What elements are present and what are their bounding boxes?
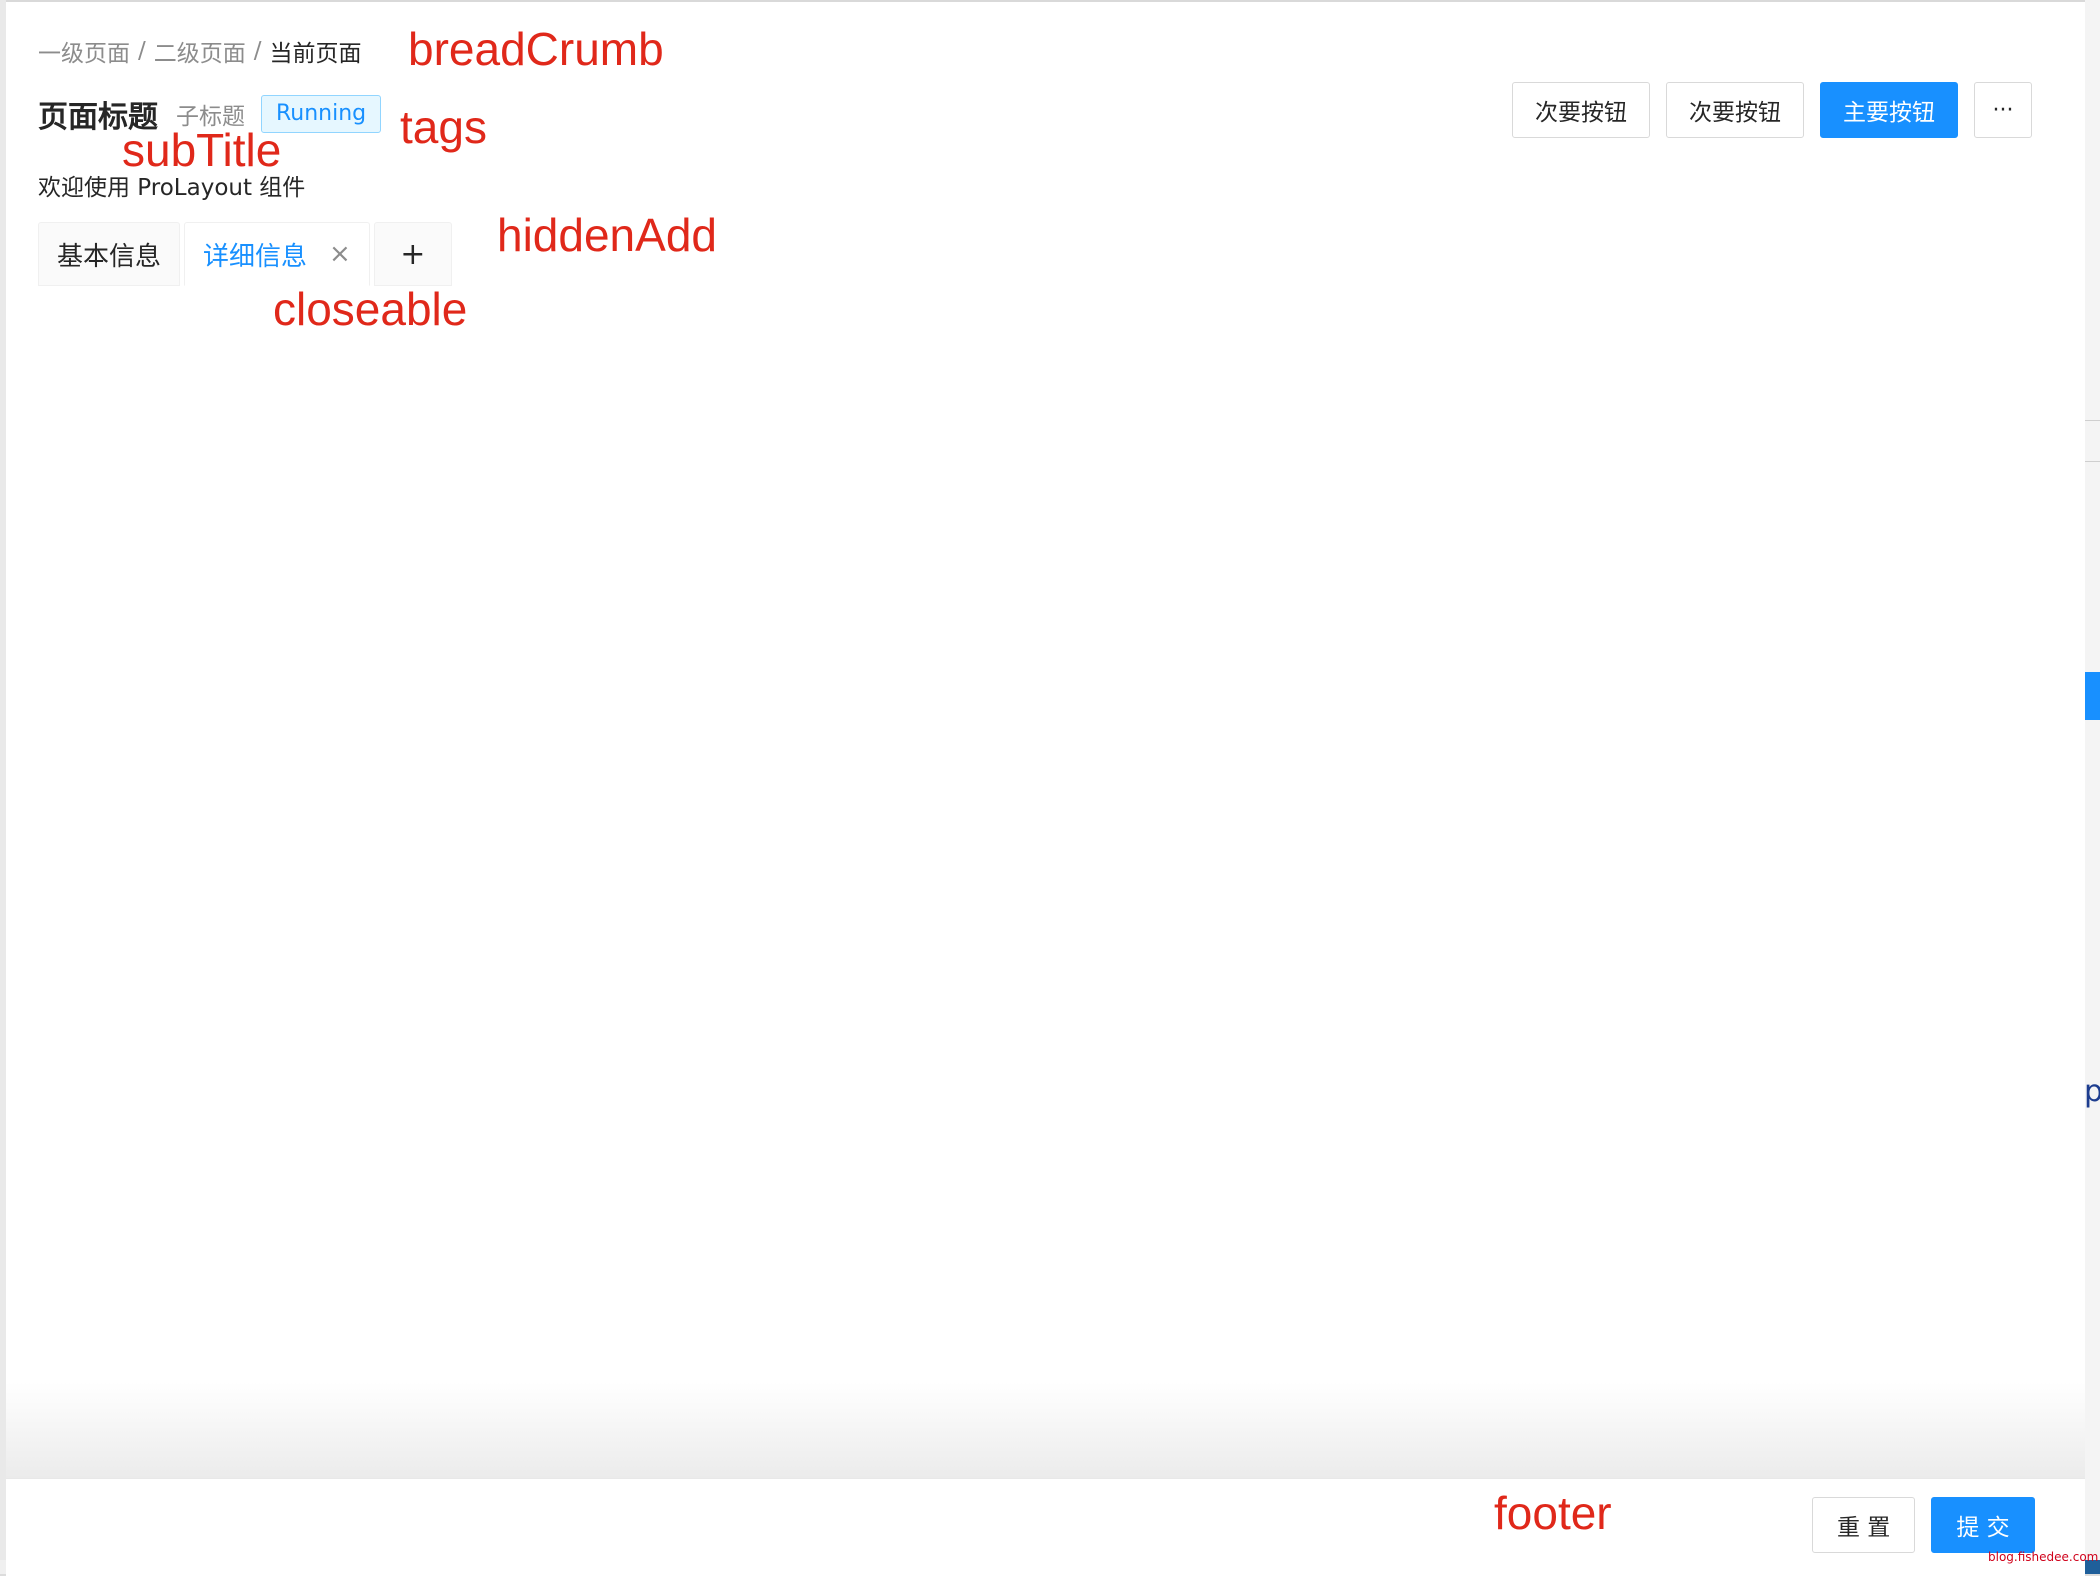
breadcrumb-separator: /: [138, 38, 146, 64]
annotation-hidden-add: hiddenAdd: [497, 209, 717, 261]
background-divider: [2085, 420, 2100, 462]
annotation-subtitle: subTitle: [122, 124, 282, 176]
more-options-button[interactable]: ···: [1974, 82, 2032, 138]
annotation-tags: tags: [400, 101, 487, 153]
submit-button[interactable]: 提 交: [1931, 1497, 2035, 1553]
close-icon[interactable]: ×: [329, 239, 351, 269]
background-glyph: p: [2084, 1074, 2100, 1109]
annotation-breadcrumb: breadCrumb: [408, 23, 664, 75]
breadcrumb-item-current: 当前页面: [269, 41, 362, 67]
add-tab-button[interactable]: +: [373, 222, 452, 286]
background-window-edge-right: [2085, 0, 2100, 1574]
breadcrumb-item-level2[interactable]: 二级页面: [154, 34, 246, 68]
reset-button[interactable]: 重 置: [1812, 1497, 1916, 1553]
footer-actions: 重 置 提 交: [1812, 1497, 2035, 1553]
tab-basic-info[interactable]: 基本信息: [38, 222, 181, 286]
background-blue-bar: [2085, 672, 2100, 720]
tab-label: 基本信息: [57, 241, 162, 272]
secondary-button-2[interactable]: 次要按钮: [1666, 82, 1804, 138]
plus-icon: +: [400, 236, 426, 272]
footer-toolbar: 重 置 提 交: [6, 1478, 2085, 1571]
secondary-button-1[interactable]: 次要按钮: [1512, 82, 1650, 138]
annotation-footer: footer: [1494, 1487, 1612, 1539]
tab-list: 基本信息 详细信息 × +: [38, 222, 452, 286]
page-container-window: 一级页面 / 二级页面 / 当前页面 页面标题 子标题 Running 欢迎使用…: [6, 0, 2085, 1576]
breadcrumb-separator: /: [253, 38, 262, 64]
header-actions: 次要按钮 次要按钮 主要按钮 ···: [1512, 82, 2032, 138]
tab-detail-info[interactable]: 详细信息 ×: [184, 222, 370, 286]
annotation-closeable: closeable: [273, 283, 468, 335]
footer-shadow: [6, 1382, 2085, 1478]
tab-label: 详细信息: [203, 241, 308, 272]
breadcrumb: 一级页面 / 二级页面 / 当前页面: [38, 34, 362, 68]
watermark: blog.fishedee.com: [1988, 1550, 2099, 1564]
primary-button[interactable]: 主要按钮: [1820, 82, 1958, 138]
breadcrumb-item-level1[interactable]: 一级页面: [38, 34, 130, 68]
